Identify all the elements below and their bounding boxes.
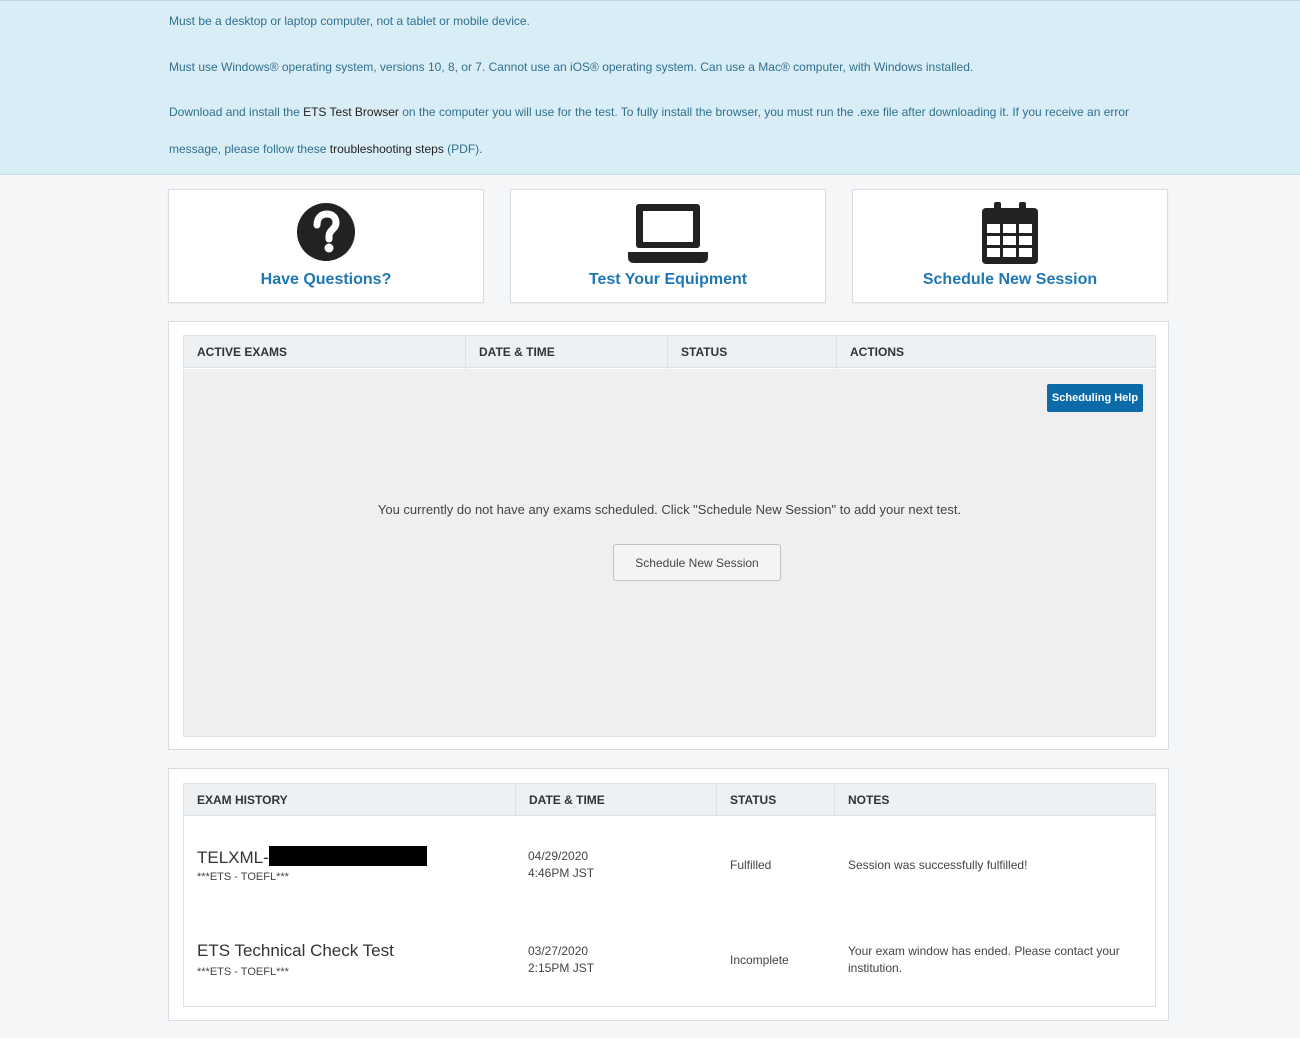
col-actions: ACTIONS xyxy=(836,336,1157,369)
exam-status: Incomplete xyxy=(730,953,789,967)
test-equipment-tile[interactable]: Test Your Equipment xyxy=(510,189,826,303)
table-row: ETS Technical Check Test ***ETS - TOEFL*… xyxy=(183,911,1156,1007)
exam-history-panel: EXAM HISTORY DATE & TIME STATUS NOTES TE… xyxy=(168,768,1169,1021)
laptop-icon xyxy=(628,202,708,269)
test-equipment-label[interactable]: Test Your Equipment xyxy=(511,271,825,289)
scheduling-help-button[interactable]: Scheduling Help xyxy=(1047,384,1143,412)
question-circle-icon xyxy=(296,202,356,267)
have-questions-tile[interactable]: Have Questions? xyxy=(168,189,484,303)
exam-provider: ***ETS - TOEFL*** xyxy=(197,966,289,978)
table-row: TELXML- ***ETS - TOEFL*** 04/29/2020 4:4… xyxy=(183,816,1156,912)
schedule-session-label[interactable]: Schedule New Session xyxy=(853,271,1167,289)
requirement-troubleshoot: message, please follow these troubleshoo… xyxy=(169,142,483,156)
exam-time: 2:15PM JST xyxy=(528,961,595,975)
schedule-session-tile[interactable]: Schedule New Session xyxy=(852,189,1168,303)
col-date-time: DATE & TIME xyxy=(465,336,667,369)
exam-datetime: 03/27/2020 2:15PM JST xyxy=(528,943,594,977)
exam-status: Fulfilled xyxy=(730,858,772,872)
calendar-icon xyxy=(982,202,1038,269)
exam-time: 4:46PM JST xyxy=(528,866,595,880)
no-exams-message: You currently do not have any exams sche… xyxy=(377,502,962,517)
ets-test-browser-link[interactable]: ETS Test Browser xyxy=(303,105,399,119)
exam-date: 03/27/2020 xyxy=(528,944,589,958)
col-status: STATUS xyxy=(667,336,836,369)
requirements-notice: Must be a desktop or laptop computer, no… xyxy=(0,0,1300,175)
exam-history-header: EXAM HISTORY DATE & TIME STATUS NOTES xyxy=(183,783,1157,817)
active-exams-panel: ACTIVE EXAMS DATE & TIME STATUS ACTIONS … xyxy=(168,321,1169,750)
active-exams-header: ACTIVE EXAMS DATE & TIME STATUS ACTIONS xyxy=(183,335,1157,369)
col-active-exams: ACTIVE EXAMS xyxy=(197,345,288,359)
col-notes: NOTES xyxy=(834,784,1157,817)
requirement-device: Must be a desktop or laptop computer, no… xyxy=(169,14,530,28)
troubleshooting-steps-link[interactable]: troubleshooting steps xyxy=(330,142,444,156)
exam-notes: Session was successfully fulfilled! xyxy=(848,858,1028,872)
active-exams-body: Scheduling Help You currently do not hav… xyxy=(183,369,1156,737)
exam-name: TELXML- xyxy=(197,846,427,868)
requirement-browser: Download and install the ETS Test Browse… xyxy=(169,105,1130,119)
have-questions-label[interactable]: Have Questions? xyxy=(169,271,483,289)
col-exam-history: EXAM HISTORY xyxy=(197,793,288,807)
col-status: STATUS xyxy=(716,784,834,817)
col-date-time: DATE & TIME xyxy=(515,784,716,817)
exam-provider: ***ETS - TOEFL*** xyxy=(197,871,289,883)
exam-datetime: 04/29/2020 4:46PM JST xyxy=(528,848,594,882)
redacted-block xyxy=(268,846,427,866)
exam-notes: Your exam window has ended. Please conta… xyxy=(848,944,1120,975)
requirement-os: Must use Windows® operating system, vers… xyxy=(169,60,974,74)
schedule-new-session-button[interactable]: Schedule New Session xyxy=(613,544,781,581)
exam-name: ETS Technical Check Test xyxy=(197,941,394,960)
exam-date: 04/29/2020 xyxy=(528,849,589,863)
